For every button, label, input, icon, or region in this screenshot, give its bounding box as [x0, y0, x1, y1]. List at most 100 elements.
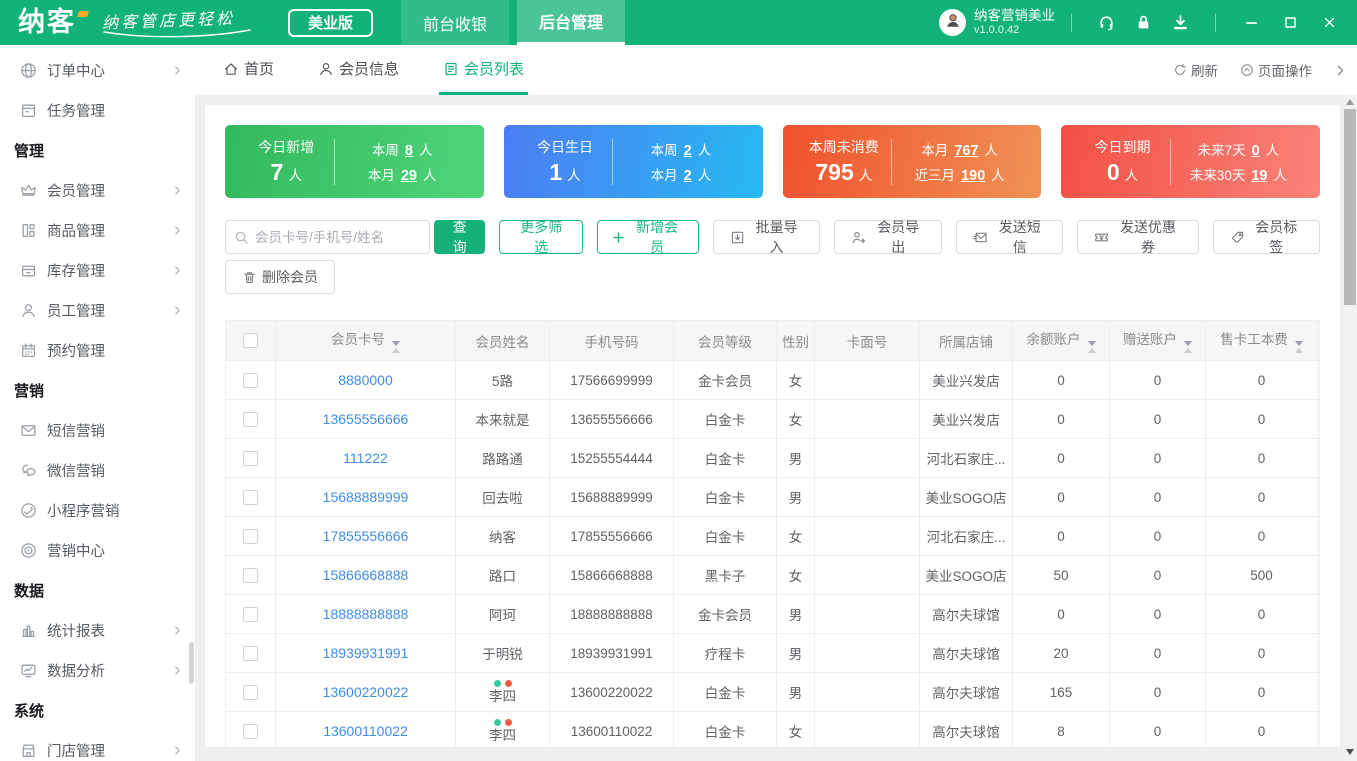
member-card-link[interactable]: 13600110022	[323, 723, 408, 739]
row-checkbox[interactable]	[243, 372, 258, 388]
nav-tab-cashier[interactable]: 前台收银	[401, 0, 510, 45]
row-checkbox[interactable]	[243, 450, 258, 466]
row-checkbox[interactable]	[243, 723, 258, 739]
page-tab[interactable]: 首页	[219, 45, 278, 95]
sidebar-item[interactable]: 门店管理	[0, 730, 195, 761]
member-card-link[interactable]: 15866668888	[323, 567, 409, 583]
cell-store: 美业SOGO店	[919, 555, 1013, 595]
batch-import-button[interactable]: 批量导入	[712, 219, 821, 255]
member-card-link[interactable]: 8880000	[338, 372, 393, 388]
table-row: 111222 路路通 15255554444 白金卡男河北石家庄... 0 0 0	[225, 438, 1320, 478]
send-sms-button[interactable]: 发送短信	[955, 219, 1064, 255]
sort-icon[interactable]	[1294, 341, 1303, 353]
app-tagline: 纳客管店更轻松	[102, 7, 252, 38]
delete-member-button[interactable]: 删除会员	[225, 260, 335, 294]
cell-checkbox	[225, 477, 276, 517]
sidebar-item[interactable]: 库存管理	[0, 250, 195, 290]
sidebar-item[interactable]: 预约管理	[0, 330, 195, 370]
page-tab[interactable]: 会员信息	[314, 45, 403, 95]
more-filter-button[interactable]: 更多筛选	[499, 219, 584, 255]
search-input[interactable]	[255, 229, 421, 245]
column-header-gift[interactable]: 赠送账户	[1109, 320, 1206, 361]
goods-icon	[20, 222, 37, 239]
sidebar-item[interactable]: 小程序营销	[0, 490, 195, 530]
user-account[interactable]: 纳客营销美业 v1.0.0.42	[939, 8, 1055, 36]
member-card-link[interactable]: 13655556666	[323, 411, 409, 427]
sidebar-item[interactable]: 统计报表	[0, 610, 195, 650]
sidebar-item[interactable]: 数据分析	[0, 650, 195, 690]
member-card-link[interactable]: 13600220022	[323, 684, 409, 700]
minimize-button[interactable]	[1244, 15, 1259, 30]
row-checkbox[interactable]	[243, 411, 258, 427]
page-tab[interactable]: 会员列表	[439, 45, 529, 95]
row-checkbox[interactable]	[243, 606, 258, 622]
cell-phone: 13600110022	[549, 711, 674, 747]
scrollbar-thumb[interactable]	[1344, 109, 1356, 305]
sidebar-item[interactable]: 营销中心	[0, 530, 195, 570]
nav-tab-backoffice[interactable]: 后台管理	[517, 0, 626, 45]
sidebar-item[interactable]: 任务管理	[0, 90, 195, 130]
member-tag-button[interactable]: 会员标签	[1212, 219, 1321, 255]
row-checkbox[interactable]	[243, 489, 258, 505]
cell-gift: 0	[1109, 438, 1206, 478]
sidebar-item[interactable]: 员工管理	[0, 290, 195, 330]
member-card-link[interactable]: 15688889999	[323, 489, 409, 505]
maximize-button[interactable]	[1283, 15, 1298, 30]
column-header-store: 所属店铺	[919, 320, 1013, 361]
row-checkbox[interactable]	[243, 645, 258, 661]
cell-name: 5路	[455, 360, 550, 400]
row-checkbox[interactable]	[243, 567, 258, 583]
sort-icon[interactable]	[1184, 341, 1192, 353]
page-scrollbar[interactable]	[1343, 95, 1357, 761]
column-header-card_no[interactable]: 会员卡号	[275, 320, 456, 361]
row-checkbox[interactable]	[243, 684, 258, 700]
column-header-level: 会员等级	[673, 320, 777, 361]
cell-gender: 女	[776, 555, 815, 595]
sidebar-item[interactable]: 短信营销	[0, 410, 195, 450]
close-button[interactable]	[1322, 15, 1337, 30]
column-header-card_fee[interactable]: 售卡工本费	[1205, 320, 1318, 361]
member-card-link[interactable]: 18939931991	[323, 645, 409, 661]
sidebar-item-label: 短信营销	[47, 423, 105, 440]
sidebar-item[interactable]: 商品管理	[0, 210, 195, 250]
main-nav: 前台收银 后台管理	[401, 0, 633, 45]
sidebar-item[interactable]: 微信营销	[0, 450, 195, 490]
member-card-link[interactable]: 111222	[343, 450, 388, 466]
cell-filler	[1317, 360, 1320, 400]
add-member-button[interactable]: 新增会员	[597, 219, 699, 255]
sidebar-item[interactable]: 订单中心	[0, 50, 195, 90]
cell-balance: 0	[1012, 516, 1110, 556]
cell-card-fee: 0	[1205, 516, 1318, 556]
status-dot-green	[493, 679, 501, 687]
cell-card-fee: 0	[1205, 399, 1318, 439]
sort-icon[interactable]	[1087, 341, 1096, 353]
sort-icon[interactable]	[392, 341, 400, 353]
send-coupon-button[interactable]: 发送优惠券	[1077, 219, 1199, 255]
query-button[interactable]: 查询	[434, 219, 486, 255]
select-all-checkbox[interactable]	[243, 333, 258, 349]
toolbar-row2: 删除会员	[225, 260, 1320, 294]
row-checkbox[interactable]	[243, 528, 258, 544]
cell-card-fee: 0	[1205, 711, 1318, 747]
support-icon[interactable]	[1098, 14, 1115, 31]
sidebar-item[interactable]: 会员管理	[0, 170, 195, 210]
sms-send-icon	[973, 230, 988, 245]
export-member-button[interactable]: 会员导出	[834, 219, 942, 255]
lock-icon[interactable]	[1135, 14, 1152, 31]
column-header-balance[interactable]: 余额账户	[1012, 320, 1110, 361]
download-icon[interactable]	[1172, 14, 1189, 31]
scroll-down-icon[interactable]	[1346, 749, 1354, 755]
scroll-up-icon[interactable]	[1346, 99, 1354, 105]
collapse-arrow-icon[interactable]	[1334, 64, 1347, 77]
edition-badge[interactable]: 美业版	[288, 8, 374, 37]
member-card-link[interactable]: 17855556666	[323, 528, 409, 544]
member-card-link[interactable]: 18888888888	[323, 606, 409, 622]
page-ops-button[interactable]: 页面操作	[1240, 60, 1312, 80]
refresh-button[interactable]: 刷新	[1173, 60, 1218, 80]
sidebar-scrollbar[interactable]	[189, 642, 194, 684]
app-header: 纳客 纳客管店更轻松 美业版 前台收银 后台管理 纳客营销美业 v1.0.0.4…	[0, 0, 1357, 45]
trash-icon	[242, 270, 257, 285]
globe-icon	[20, 62, 37, 79]
table-row: 18939931991 于明锐 18939931991 疗程卡男高尔夫球馆 20 0 0	[225, 633, 1320, 673]
stat-detail: 本月 767 人	[921, 143, 999, 159]
